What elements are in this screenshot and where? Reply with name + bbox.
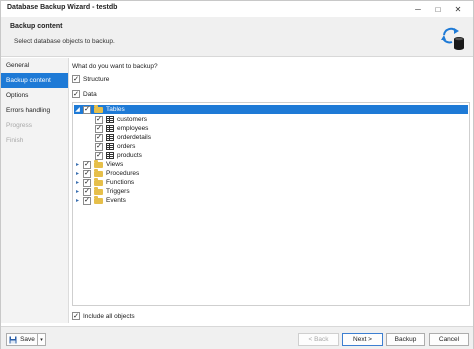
close-icon[interactable]: ✕ [449,3,467,15]
window-title: Database Backup Wizard - testdb [7,4,118,11]
tree-node-label: products [117,152,142,159]
tree-node-table[interactable]: ✓ employees [95,124,148,133]
table-icon [106,116,114,123]
sidebar-item-options[interactable]: Options [1,88,68,103]
functions-checkbox[interactable]: ✓ [83,178,91,187]
folder-icon [94,195,103,204]
collapse-arrow-icon[interactable]: ◢ [74,106,81,113]
data-label: Data [83,90,97,98]
save-dropdown-button[interactable]: ▾ [38,333,46,346]
back-button[interactable]: < Back [298,333,339,346]
expand-arrow-icon[interactable]: ▸ [74,170,81,177]
tree-node-label: customers [117,116,147,123]
include-all-checkbox-row[interactable]: ✓ Include all objects [72,312,135,320]
structure-checkbox-row[interactable]: ✓ Structure [72,75,109,83]
tree-node-label: Procedures [106,170,140,177]
database-backup-icon [441,27,464,50]
backup-button[interactable]: Backup [386,333,425,346]
expand-arrow-icon[interactable]: ▸ [74,179,81,186]
folder-icon [94,177,103,186]
next-button[interactable]: Next > [342,333,383,346]
sidebar-item-progress: Progress [6,122,33,129]
tree-node-label: Views [106,161,124,168]
tree-node-functions[interactable]: ▸ ✓ Functions [74,177,135,187]
tree-node-views[interactable]: ▸ ✓ Views [74,159,124,169]
table-checkbox[interactable]: ✓ [95,115,103,124]
page-title: Backup content [10,23,63,30]
table-checkbox[interactable]: ✓ [95,142,103,151]
page-subtitle: Select database objects to backup. [14,38,115,45]
tree-node-label: Events [106,197,126,204]
triggers-checkbox[interactable]: ✓ [83,187,91,196]
floppy-disk-icon [9,336,17,343]
tree-node-label: orders [117,143,136,150]
tables-checkbox[interactable]: ✓ [83,105,91,114]
minimize-icon[interactable]: ─ [409,3,427,15]
tree-node-table[interactable]: ✓ products [95,151,142,160]
tree-node-label: employees [117,125,149,132]
sidebar-item-backup-content[interactable]: Backup content [1,73,68,88]
wizard-header: Backup content Select database objects t… [1,17,473,57]
tree-node-table[interactable]: ✓ orderdetails [95,133,151,142]
table-icon [106,125,114,132]
objects-tree[interactable]: ◢ ✓ Tables ✓ customers ✓ employees ✓ ord… [72,102,470,306]
expand-arrow-icon[interactable]: ▸ [74,188,81,195]
procedures-checkbox[interactable]: ✓ [83,169,91,178]
table-checkbox[interactable]: ✓ [95,133,103,142]
structure-label: Structure [83,75,110,83]
folder-icon [94,159,103,168]
maximize-icon[interactable]: □ [429,3,447,15]
table-checkbox[interactable]: ✓ [95,151,103,160]
main-panel: What do you want to backup? ✓ Structure … [71,58,471,323]
data-checkbox[interactable]: ✓ [72,90,80,98]
wizard-window: Database Backup Wizard - testdb ─ □ ✕ Ba… [0,0,474,349]
data-checkbox-row[interactable]: ✓ Data [72,90,97,98]
wizard-sidebar: General Backup content Options Errors ha… [1,58,69,323]
tree-node-label: orderdetails [117,134,151,141]
expand-arrow-icon[interactable]: ▸ [74,197,81,204]
table-icon [106,143,114,150]
views-checkbox[interactable]: ✓ [83,160,91,169]
tree-node-procedures[interactable]: ▸ ✓ Procedures [74,168,140,178]
folder-icon [94,104,103,113]
table-checkbox[interactable]: ✓ [95,124,103,133]
tree-node-label: Triggers [106,188,130,195]
tree-node-table[interactable]: ✓ orders [95,142,135,151]
tree-node-label: Tables [106,106,125,113]
wizard-footer: Save ▾ < Back Next > Backup Cancel [1,326,473,349]
include-all-checkbox[interactable]: ✓ [72,312,80,320]
tree-node-tables[interactable]: ◢ ✓ Tables [74,104,468,114]
sidebar-item-errors-handling[interactable]: Errors handling [1,103,68,118]
events-checkbox[interactable]: ✓ [83,196,91,205]
title-bar: Database Backup Wizard - testdb ─ □ ✕ [1,1,473,17]
folder-icon [94,168,103,177]
tree-node-triggers[interactable]: ▸ ✓ Triggers [74,186,130,196]
backup-question-label: What do you want to backup? [72,63,158,70]
save-label: Save [20,336,35,343]
tree-node-table[interactable]: ✓ customers [95,115,147,124]
expand-arrow-icon[interactable]: ▸ [74,161,81,168]
table-icon [106,134,114,141]
sidebar-item-general[interactable]: General [1,58,68,73]
save-button[interactable]: Save [6,333,38,346]
cancel-button[interactable]: Cancel [429,333,469,346]
folder-icon [94,186,103,195]
structure-checkbox[interactable]: ✓ [72,75,80,83]
tree-node-label: Functions [106,179,135,186]
include-all-label: Include all objects [83,312,135,320]
sidebar-item-finish: Finish [6,137,24,144]
chevron-down-icon: ▾ [40,336,43,343]
tree-node-events[interactable]: ▸ ✓ Events [74,195,126,205]
table-icon [106,152,114,159]
